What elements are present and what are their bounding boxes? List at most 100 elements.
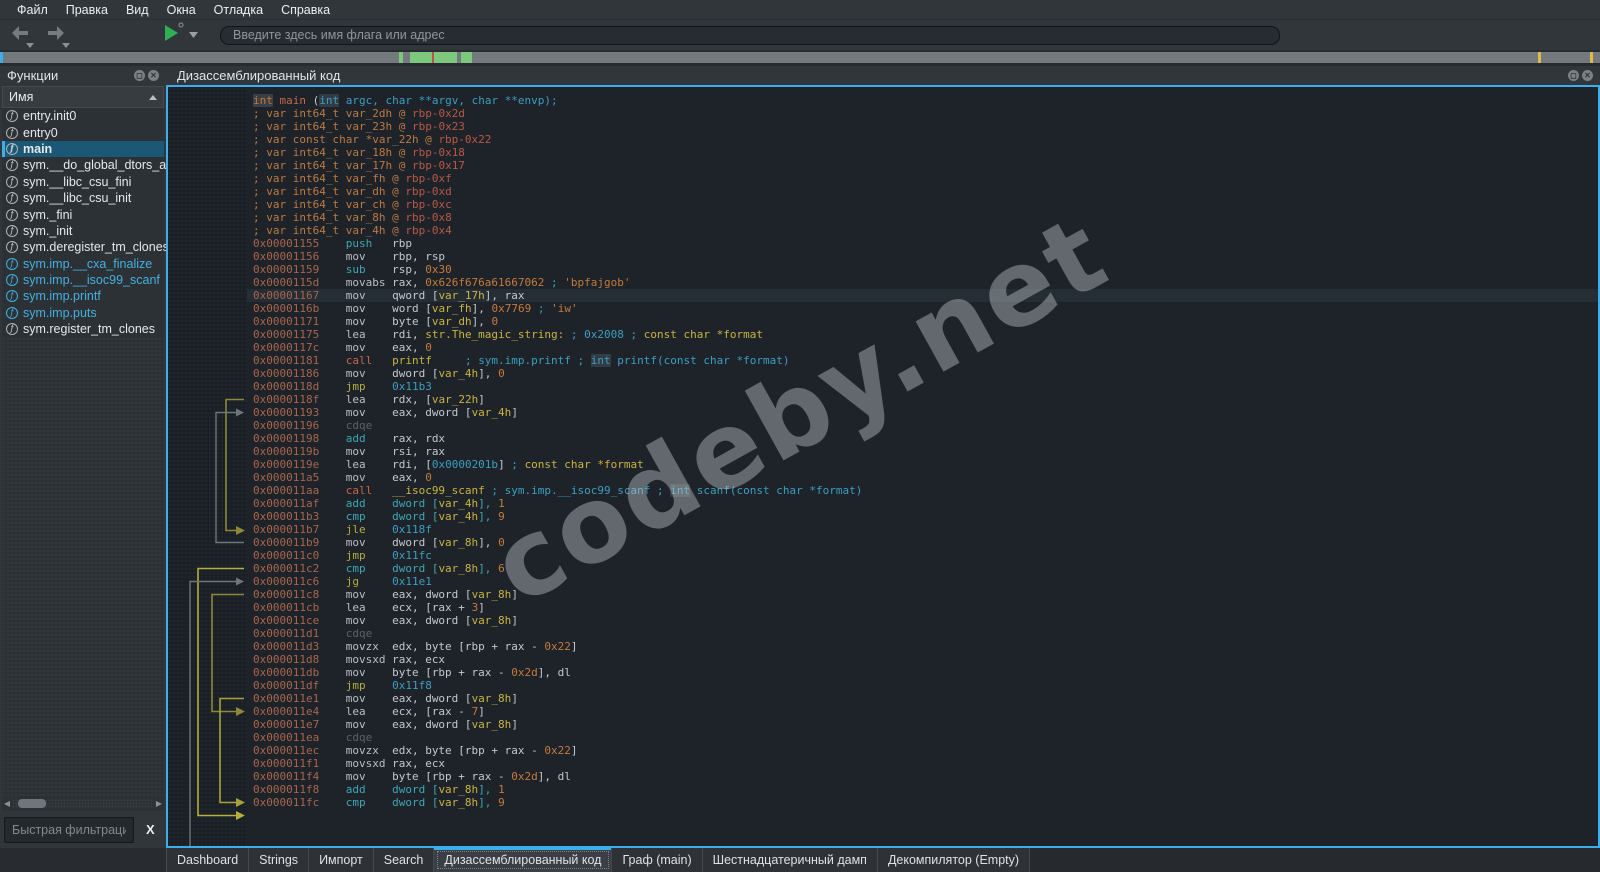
asm-line[interactable]: 0x000011c2 cmp dword [var_8h], 6 xyxy=(247,562,1598,575)
function-list-item[interactable]: f sym.__do_global_dtors_aux xyxy=(2,157,179,173)
asm-line[interactable]: 0x0000116b mov word [var_fh], 0x7769 ; '… xyxy=(247,302,1598,315)
functions-hscrollbar[interactable]: ◀ ▶ xyxy=(2,796,164,811)
asm-line[interactable]: 0x000011c8 mov eax, dword [var_8h] xyxy=(247,588,1598,601)
function-list-item[interactable]: f sym.imp.__cxa_finalize xyxy=(2,256,164,272)
menu-item[interactable]: Окна xyxy=(158,1,205,19)
function-list-item[interactable]: f sym.deregister_tm_clones xyxy=(2,239,169,255)
scroll-thumb[interactable] xyxy=(18,799,46,808)
asm-line[interactable]: 0x000011a5 mov eax, 0 xyxy=(247,471,1598,484)
tab-граф-main-[interactable]: Граф (main) xyxy=(612,848,703,872)
float-panel-icon[interactable]: ◻ xyxy=(134,70,145,81)
asm-line[interactable]: ; var int64_t var_8h @ rbp-0x8 xyxy=(247,211,1598,224)
asm-line[interactable]: ; var int64_t var_4h @ rbp-0x4 xyxy=(247,224,1598,237)
omnibox-input[interactable] xyxy=(233,28,1267,42)
debug-dropdown-caret[interactable] xyxy=(189,32,198,38)
asm-line-current[interactable]: 0x00001167 mov qword [var_17h], rax xyxy=(247,289,1598,302)
menu-item[interactable]: Правка xyxy=(57,1,117,19)
asm-line[interactable]: 0x000011aa call __isoc99_scanf ; sym.imp… xyxy=(247,484,1598,497)
quick-filter-input[interactable] xyxy=(12,822,126,837)
function-list-item[interactable]: f sym.imp.__isoc99_scanf xyxy=(2,272,164,288)
asm-line[interactable]: 0x000011ea cdqe xyxy=(247,731,1598,744)
back-dropdown-caret[interactable] xyxy=(26,43,34,48)
asm-line[interactable]: 0x000011fc cmp dword [var_8h], 9 xyxy=(247,796,1598,809)
asm-line[interactable]: 0x0000119b mov rsi, rax xyxy=(247,445,1598,458)
tab-дизассемблированный-код[interactable]: Дизассемблированный код xyxy=(434,848,613,872)
asm-line[interactable]: 0x000011df jmp 0x11f8 xyxy=(247,679,1598,692)
asm-line[interactable]: 0x00001198 add rax, rdx xyxy=(247,432,1598,445)
debug-start-button[interactable] xyxy=(164,22,184,47)
asm-line[interactable]: ; var int64_t var_dh @ rbp-0xd xyxy=(247,185,1598,198)
asm-line[interactable]: 0x00001193 mov eax, dword [var_4h] xyxy=(247,406,1598,419)
quick-filter[interactable] xyxy=(4,816,134,843)
function-list-item[interactable]: f sym.register_tm_clones xyxy=(2,321,164,337)
asm-line[interactable]: 0x000011e4 lea ecx, [rax - 7] xyxy=(247,705,1598,718)
float-panel-icon[interactable]: ◻ xyxy=(1568,70,1579,81)
disassembly-lines[interactable]: int main (int argc, char **argv, char **… xyxy=(247,87,1598,846)
scroll-left-arrow[interactable]: ◀ xyxy=(2,799,12,808)
asm-line[interactable]: 0x00001155 push rbp xyxy=(247,237,1598,250)
forward-dropdown-caret[interactable] xyxy=(62,43,70,48)
asm-line[interactable]: 0x00001175 lea rdi, str.The_magic_string… xyxy=(247,328,1598,341)
function-list-item[interactable]: f entry.init0 xyxy=(2,108,164,124)
function-list-item[interactable]: f sym.__libc_csu_fini xyxy=(2,174,164,190)
asm-line[interactable]: 0x0000115d movabs rax, 0x626f676a6166706… xyxy=(247,276,1598,289)
asm-line[interactable]: ; var int64_t var_18h @ rbp-0x18 xyxy=(247,146,1598,159)
asm-line[interactable]: 0x000011ec movzx edx, byte [rbp + rax - … xyxy=(247,744,1598,757)
function-list-item[interactable]: f main xyxy=(2,140,164,158)
function-list-item[interactable]: f entry0 xyxy=(2,124,164,140)
asm-line[interactable]: 0x0000117c mov eax, 0 xyxy=(247,341,1598,354)
menu-item[interactable]: Отладка xyxy=(205,1,272,19)
asm-line[interactable]: 0x000011b7 jle 0x118f xyxy=(247,523,1598,536)
asm-line[interactable]: ; var int64_t var_17h @ rbp-0x17 xyxy=(247,159,1598,172)
omnibox[interactable] xyxy=(220,25,1280,45)
menu-item[interactable]: Файл xyxy=(8,1,57,19)
scroll-track[interactable] xyxy=(12,799,154,808)
asm-line[interactable]: ; var const char *var_22h @ rbp-0x22 xyxy=(247,133,1598,146)
asm-line[interactable]: ; var int64_t var_23h @ rbp-0x23 xyxy=(247,120,1598,133)
asm-line[interactable]: ; var int64_t var_ch @ rbp-0xc xyxy=(247,198,1598,211)
menu-item[interactable]: Вид xyxy=(117,1,158,19)
asm-line[interactable]: int main (int argc, char **argv, char **… xyxy=(247,94,1598,107)
asm-line[interactable]: 0x00001186 mov dword [var_4h], 0 xyxy=(247,367,1598,380)
asm-line[interactable]: 0x000011c6 jg 0x11e1 xyxy=(247,575,1598,588)
asm-line[interactable]: 0x000011cb lea ecx, [rax + 3] xyxy=(247,601,1598,614)
asm-line[interactable]: 0x00001156 mov rbp, rsp xyxy=(247,250,1598,263)
close-panel-icon[interactable]: ✕ xyxy=(148,70,159,81)
asm-line[interactable]: 0x0000118d jmp 0x11b3 xyxy=(247,380,1598,393)
asm-line[interactable]: 0x000011e7 mov eax, dword [var_8h] xyxy=(247,718,1598,731)
disassembly-view[interactable]: int main (int argc, char **argv, char **… xyxy=(166,85,1600,848)
tab-search[interactable]: Search xyxy=(373,848,435,872)
tab-импорт[interactable]: Импорт xyxy=(309,848,374,872)
asm-line[interactable]: 0x00001196 cdqe xyxy=(247,419,1598,432)
asm-line[interactable]: 0x000011c0 jmp 0x11fc xyxy=(247,549,1598,562)
function-list-item[interactable]: f sym._init xyxy=(2,223,164,239)
filter-close-button[interactable]: X xyxy=(142,822,159,837)
asm-line[interactable]: 0x000011b9 mov dword [var_8h], 0 xyxy=(247,536,1598,549)
tab-шестнадцатеричный-дамп[interactable]: Шестнадцатеричный дамп xyxy=(702,848,878,872)
scroll-right-arrow[interactable]: ▶ xyxy=(154,799,164,808)
back-button[interactable] xyxy=(10,25,34,48)
asm-line[interactable]: 0x0000119e lea rdi, [0x0000201b] ; const… xyxy=(247,458,1598,471)
asm-line[interactable]: 0x00001181 call printf ; sym.imp.printf … xyxy=(247,354,1598,367)
asm-line[interactable]: 0x00001171 mov byte [var_dh], 0 xyxy=(247,315,1598,328)
asm-line[interactable]: 0x000011d3 movzx edx, byte [rbp + rax - … xyxy=(247,640,1598,653)
functions-column-header[interactable]: Имя xyxy=(2,86,164,108)
close-panel-icon[interactable]: ✕ xyxy=(1582,70,1593,81)
asm-line[interactable]: 0x0000118f lea rdx, [var_22h] xyxy=(247,393,1598,406)
tab-декомпилятор-empty-[interactable]: Декомпилятор (Empty) xyxy=(877,848,1031,872)
asm-line[interactable]: ; var int64_t var_2dh @ rbp-0x2d xyxy=(247,107,1598,120)
asm-line[interactable]: 0x000011b3 cmp dword [var_4h], 9 xyxy=(247,510,1598,523)
asm-line[interactable]: 0x000011ce mov eax, dword [var_8h] xyxy=(247,614,1598,627)
function-list-item[interactable]: f sym.__libc_csu_init xyxy=(2,190,164,206)
asm-line[interactable]: 0x000011e1 mov eax, dword [var_8h] xyxy=(247,692,1598,705)
asm-line[interactable]: 0x000011f8 add dword [var_8h], 1 xyxy=(247,783,1598,796)
asm-line[interactable]: 0x000011d1 cdqe xyxy=(247,627,1598,640)
asm-line[interactable]: 0x000011f1 movsxd rax, ecx xyxy=(247,757,1598,770)
function-list-item[interactable]: f sym.imp.puts xyxy=(2,305,164,321)
memory-minimap[interactable] xyxy=(0,52,1600,63)
menu-item[interactable]: Справка xyxy=(272,1,339,19)
asm-line[interactable]: 0x00001159 sub rsp, 0x30 xyxy=(247,263,1598,276)
function-list-item[interactable]: f sym.imp.printf xyxy=(2,288,164,304)
tab-strings[interactable]: Strings xyxy=(249,848,310,872)
asm-line[interactable]: 0x000011af add dword [var_4h], 1 xyxy=(247,497,1598,510)
